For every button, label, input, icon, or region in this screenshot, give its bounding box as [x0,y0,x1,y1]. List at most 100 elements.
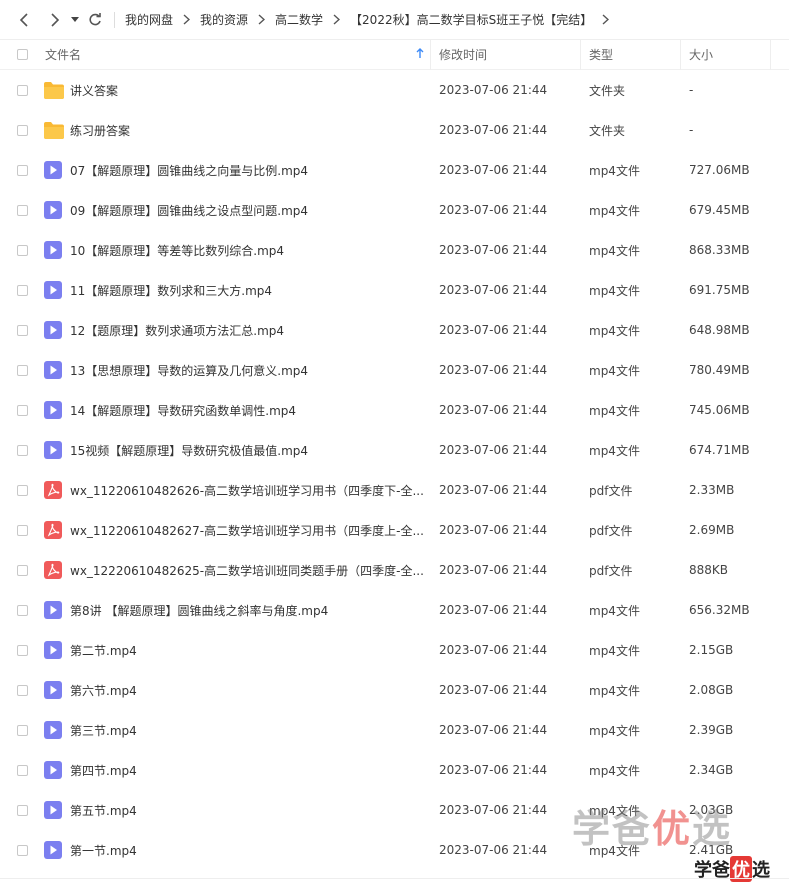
file-modified: 2023-07-06 21:44 [439,323,548,337]
row-checkbox[interactable] [16,764,28,776]
breadcrumb-item[interactable]: 我的网盘 [125,11,173,28]
row-checkbox[interactable] [16,204,28,216]
file-name[interactable]: 讲义答案 [70,82,439,99]
row-checkbox[interactable] [16,804,28,816]
file-name[interactable]: wx_12220610482625-高二数学培训班同类题手册（四季度-全... [70,562,439,579]
video-icon [44,161,70,179]
row-checkbox[interactable] [16,724,28,736]
row-checkbox[interactable] [16,564,28,576]
file-row[interactable]: 13【思想原理】导数的运算及几何意义.mp4 2023-07-06 21:44 mp… [0,350,789,390]
file-row[interactable]: 第二节.mp4 2023-07-06 21:44 mp4文件 2.15GB [0,630,789,670]
file-row[interactable]: 10【解题原理】等差等比数列综合.mp4 2023-07-06 21:44 mp4文… [0,230,789,270]
column-header-modified[interactable]: 修改时间 [431,39,581,70]
file-list-header: 文件名 修改时间 类型 大小 [0,39,789,70]
file-type: mp4文件 [589,203,640,218]
row-checkbox[interactable] [16,124,28,136]
row-select-cell [0,324,44,336]
chevron-right-icon [333,14,341,25]
column-header-type[interactable]: 类型 [581,39,681,70]
breadcrumb-item[interactable]: 我的资源 [200,11,248,28]
file-name[interactable]: 练习册答案 [70,122,439,139]
row-checkbox[interactable] [16,444,28,456]
file-size: 674.71MB [689,443,750,457]
file-name[interactable]: 第五节.mp4 [70,802,439,819]
file-row[interactable]: 第三节.mp4 2023-07-06 21:44 mp4文件 2.39GB [0,710,789,750]
file-name[interactable]: 第二节.mp4 [70,642,439,659]
file-name[interactable]: 12【题原理】数列求通项方法汇总.mp4 [70,322,439,339]
row-checkbox[interactable] [16,284,28,296]
file-row[interactable]: 第四节.mp4 2023-07-06 21:44 mp4文件 2.34GB [0,750,789,790]
file-name[interactable]: wx_11220610482626-高二数学培训班学习用书（四季度下-全... [70,482,439,499]
file-row[interactable]: 讲义答案 2023-07-06 21:44 文件夹 - [0,70,789,110]
row-checkbox[interactable] [16,404,28,416]
row-select-cell [0,604,44,616]
select-all-checkbox[interactable] [16,49,28,60]
file-row[interactable]: 14【解题原理】导数研究函数单调性.mp4 2023-07-06 21:44 mp4… [0,390,789,430]
file-row[interactable]: 09【解题原理】圆锥曲线之设点型问题.mp4 2023-07-06 21:44 mp… [0,190,789,230]
chevron-right-icon [51,12,60,27]
pdf-icon [44,481,70,499]
file-name[interactable]: 13【思想原理】导数的运算及几何意义.mp4 [70,362,439,379]
file-row[interactable]: 第8讲 【解题原理】圆锥曲线之斜率与角度.mp4 2023-07-06 21:44… [0,590,789,630]
file-type: mp4文件 [589,283,640,298]
breadcrumb-item[interactable]: 高二数学 [275,11,323,28]
file-type: pdf文件 [589,483,633,498]
file-name[interactable]: 第六节.mp4 [70,682,439,699]
row-select-cell [0,364,44,376]
file-modified: 2023-07-06 21:44 [439,203,548,217]
row-checkbox[interactable] [16,684,28,696]
video-icon [44,241,70,259]
row-checkbox[interactable] [16,364,28,376]
history-dropdown-button[interactable] [68,9,82,31]
file-name[interactable]: 07【解题原理】圆锥曲线之向量与比例.mp4 [70,162,439,179]
forward-button[interactable] [44,9,66,31]
file-name[interactable]: 第四节.mp4 [70,762,439,779]
row-checkbox[interactable] [16,324,28,336]
file-row[interactable]: 11【解题原理】数列求和三大方.mp4 2023-07-06 21:44 mp4文件… [0,270,789,310]
file-name[interactable]: 14【解题原理】导数研究函数单调性.mp4 [70,402,439,419]
sort-ascending-icon[interactable] [416,47,424,62]
row-checkbox[interactable] [16,164,28,176]
file-list: 讲义答案 2023-07-06 21:44 文件夹 - 练习册答案 2023-07-06 … [0,70,789,870]
row-checkbox[interactable] [16,244,28,256]
file-name[interactable]: wx_11220610482627-高二数学培训班学习用书（四季度上-全... [70,522,439,539]
file-row[interactable]: wx_12220610482625-高二数学培训班同类题手册（四季度-全... 2… [0,550,789,590]
file-type: mp4文件 [589,683,640,698]
row-select-cell [0,764,44,776]
file-name[interactable]: 第三节.mp4 [70,722,439,739]
file-name[interactable]: 15视频【解题原理】导数研究极值最值.mp4 [70,442,439,459]
column-header-name[interactable]: 文件名 [44,39,431,70]
file-row[interactable]: 练习册答案 2023-07-06 21:44 文件夹 - [0,110,789,150]
file-row[interactable]: wx_11220610482626-高二数学培训班学习用书（四季度下-全... 2… [0,470,789,510]
chevron-right-icon [258,14,266,25]
file-size: 679.45MB [689,203,750,217]
file-row[interactable]: 12【题原理】数列求通项方法汇总.mp4 2023-07-06 21:44 mp4文… [0,310,789,350]
file-size: - [689,83,694,97]
file-row[interactable]: 15视频【解题原理】导数研究极值最值.mp4 2023-07-06 21:44 mp… [0,430,789,470]
row-select-cell [0,444,44,456]
chevron-right-icon[interactable] [602,14,610,25]
row-checkbox[interactable] [16,84,28,96]
row-checkbox[interactable] [16,844,28,856]
file-modified: 2023-07-06 21:44 [439,243,548,257]
back-button[interactable] [13,9,35,31]
file-name[interactable]: 09【解题原理】圆锥曲线之设点型问题.mp4 [70,202,439,219]
refresh-button[interactable] [84,9,106,31]
column-header-size[interactable]: 大小 [681,39,771,70]
file-size: 691.75MB [689,283,750,297]
file-name[interactable]: 11【解题原理】数列求和三大方.mp4 [70,282,439,299]
breadcrumb-item[interactable]: 【2022秋】高二数学目标S班王子悦【完结】 [350,11,592,28]
row-select-cell [0,844,44,856]
file-name[interactable]: 第一节.mp4 [70,842,439,859]
row-checkbox[interactable] [16,604,28,616]
row-checkbox[interactable] [16,524,28,536]
watermark-text-c: 选 [692,807,733,851]
row-checkbox[interactable] [16,484,28,496]
file-row[interactable]: 第六节.mp4 2023-07-06 21:44 mp4文件 2.08GB [0,670,789,710]
file-row[interactable]: 07【解题原理】圆锥曲线之向量与比例.mp4 2023-07-06 21:44 mp… [0,150,789,190]
row-checkbox[interactable] [16,644,28,656]
file-row[interactable]: wx_11220610482627-高二数学培训班学习用书（四季度上-全... 2… [0,510,789,550]
file-name[interactable]: 10【解题原理】等差等比数列综合.mp4 [70,242,439,259]
file-name[interactable]: 第8讲 【解题原理】圆锥曲线之斜率与角度.mp4 [70,602,439,619]
file-type: mp4文件 [589,603,640,618]
